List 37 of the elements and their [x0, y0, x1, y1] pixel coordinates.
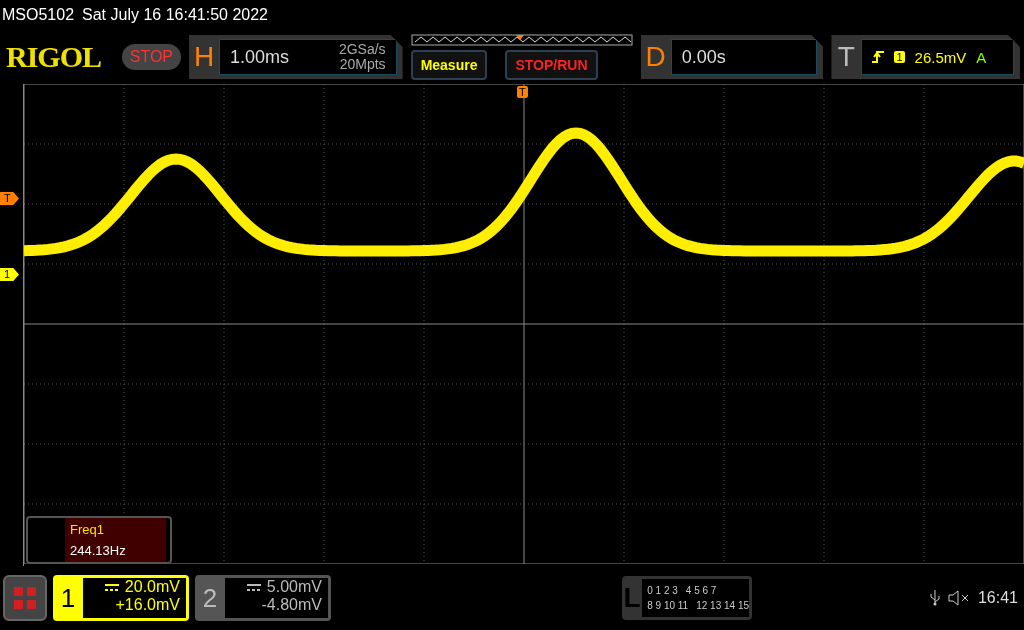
trigger-level: 26.5mV — [914, 48, 967, 66]
usb-icon — [929, 590, 940, 606]
stop-run-button[interactable]: STOP/RUN — [505, 50, 598, 80]
menu-button[interactable] — [3, 575, 47, 621]
trigger-source: 1 — [894, 51, 905, 63]
grid-icon — [14, 587, 36, 609]
logic-bits: 0 1 2 3 — [647, 585, 678, 596]
trigger-panel[interactable]: T 1 26.5mV A — [831, 35, 1020, 79]
date-time: Sat July 16 16:41:50 2022 — [82, 6, 268, 24]
logic-bits: 12 13 14 15 — [696, 600, 749, 611]
clock: 16:41 — [977, 589, 1018, 607]
model-name: MSO5102 — [2, 6, 75, 24]
horizontal-panel[interactable]: H 1.00ms 2GSa/s 20Mpts — [189, 35, 403, 79]
measure-button[interactable]: Measure — [410, 50, 488, 80]
sample-rate: 2GSa/s — [338, 42, 386, 57]
channel-panel[interactable]: 2 5.00mV -4.80mV — [195, 575, 331, 621]
rising-edge-icon — [872, 51, 885, 63]
level-marker[interactable]: 1 — [0, 268, 19, 281]
dc-coupling-icon — [104, 583, 119, 591]
channel-offset: -4.80mV — [261, 596, 322, 614]
run-state-indicator: STOP — [121, 44, 182, 70]
logic-bits: 8 9 10 11 — [647, 600, 689, 611]
trigger-position-marker[interactable]: T — [517, 86, 528, 98]
measurement-name: Freq1 — [70, 522, 105, 537]
dc-coupling-icon — [246, 583, 261, 591]
level-marker[interactable]: T — [0, 192, 19, 205]
memory-depth: 20Mpts — [339, 57, 386, 72]
speaker-muted-icon — [947, 590, 970, 606]
channel-offset: +16.0mV — [115, 596, 180, 614]
brand-logo: RIGOL — [6, 40, 103, 74]
channel-scale: 5.00mV — [266, 578, 322, 596]
channel-scale: 20.0mV — [124, 578, 180, 596]
channel-panel[interactable]: 1 20.0mV +16.0mV — [53, 575, 189, 621]
trigger-mode: A — [976, 48, 987, 66]
delay-panel[interactable]: D 0.00s — [640, 35, 824, 79]
logic-bits: 4 5 6 7 — [685, 585, 717, 596]
measurement-value: 244.13Hz — [70, 543, 127, 558]
